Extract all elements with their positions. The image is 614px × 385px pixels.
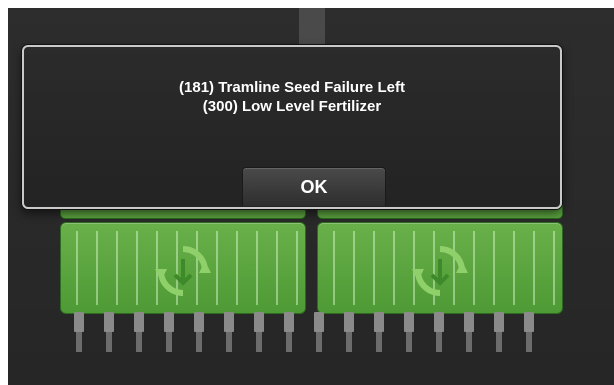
alarm-message-1: (181) Tramline Seed Failure Left [179, 79, 405, 96]
coulter [284, 312, 294, 352]
hitch-bar [299, 8, 325, 44]
coulter [344, 312, 354, 352]
coulter [524, 312, 534, 352]
ok-button[interactable]: OK [242, 167, 386, 206]
coulter [494, 312, 504, 352]
coulter [134, 312, 144, 352]
rotate-arrows-icon [155, 246, 211, 296]
coulter [224, 312, 234, 352]
coulter [74, 312, 84, 352]
coulter [164, 312, 174, 352]
coulter [434, 312, 444, 352]
coulter [374, 312, 384, 352]
rotate-arrows-icon [412, 246, 468, 296]
coulter [404, 312, 414, 352]
coulter [464, 312, 474, 352]
coulter [254, 312, 264, 352]
coulter [314, 312, 324, 352]
coulter-row [70, 312, 560, 360]
coulter [194, 312, 204, 352]
coulter [104, 312, 114, 352]
left-seeding-section[interactable] [60, 222, 306, 314]
alarm-dialog: (181) Tramline Seed Failure Left (300) L… [22, 45, 562, 209]
planter-screen: (181) Tramline Seed Failure Left (300) L… [8, 8, 614, 385]
alarm-message-2: (300) Low Level Fertilizer [202, 98, 382, 115]
right-seeding-section[interactable] [317, 222, 563, 314]
